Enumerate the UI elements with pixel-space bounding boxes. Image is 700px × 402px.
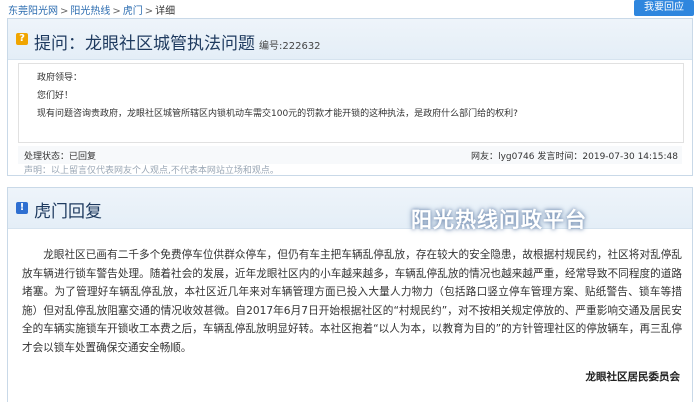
- question-body: 现有问题咨询贵政府，龙眼社区城管所辖区内锁机动车需交100元的罚款才能开锁的这种…: [37, 109, 518, 119]
- question-greeting: 政府领导：: [37, 73, 83, 83]
- reply-body: 龙眼社区已画有二千多个免费停车位供群众停车，但仍有车主把车辆乱停乱放，存在较大的…: [22, 249, 682, 354]
- netizen-name: lyg0746: [498, 152, 535, 162]
- reply-title: 虎门回复: [34, 202, 102, 222]
- breadcrumb: 东莞阳光网 > 阳光热线 > 虎门 > 详细: [8, 2, 175, 17]
- status-label: 处理状态：: [24, 152, 70, 162]
- reply-header: ! 虎门回复: [8, 188, 692, 229]
- breadcrumb-humen[interactable]: 虎门: [123, 6, 143, 17]
- respond-button[interactable]: 我要回应: [634, 0, 694, 16]
- question-content: 政府领导： 您们好！ 现有问题咨询贵政府，龙眼社区城管所辖区内锁机动车需交100…: [18, 63, 684, 143]
- disclaimer: 声明：以上留言仅代表网友个人观点,不代表本网站立场和观点。: [24, 166, 279, 176]
- time-label: 发言时间：: [537, 152, 583, 162]
- post-time: 2019-07-30 14:15:48: [582, 152, 678, 162]
- platform-watermark: 阳光热线问政平台: [411, 208, 587, 232]
- question-title-text: 龙眼社区城管执法问题: [85, 34, 255, 54]
- reply-signature: 龙眼社区居民委员会: [585, 371, 681, 383]
- breadcrumb-current: 详细: [155, 6, 176, 17]
- question-code-label: 编号:: [259, 41, 283, 52]
- info-icon: !: [16, 202, 28, 214]
- question-header: ? 提问：龙眼社区城管执法问题 编号:222632: [8, 19, 692, 60]
- netizen-label: 网友：: [471, 152, 499, 162]
- question-mark-icon: ?: [16, 33, 28, 45]
- reply-panel: ! 虎门回复 阳光热线问政平台 龙眼社区已画有二千多个免费停车位供群众停车，但仍…: [7, 187, 693, 402]
- breadcrumb-separator: >: [144, 6, 154, 17]
- status-value: 已回复: [69, 152, 97, 162]
- breadcrumb-separator: >: [112, 6, 121, 17]
- question-status-row: 处理状态：已回复 网友：lyg0746 发言时间：2019-07-30 14:1…: [18, 146, 682, 164]
- question-hello: 您们好！: [37, 91, 74, 101]
- question-prefix: 提问：: [34, 34, 85, 54]
- breadcrumb-home[interactable]: 东莞阳光网: [8, 6, 58, 17]
- question-title: 提问：龙眼社区城管执法问题 编号:222632: [34, 29, 321, 54]
- breadcrumb-separator: >: [60, 6, 69, 17]
- top-bar: 东莞阳光网 > 阳光热线 > 虎门 > 详细 我要回应: [0, 0, 700, 17]
- question-panel: ? 提问：龙眼社区城管执法问题 编号:222632 政府领导： 您们好！ 现有问题…: [7, 18, 693, 176]
- breadcrumb-hotline[interactable]: 阳光热线: [70, 6, 110, 17]
- question-code: 222632: [282, 41, 321, 52]
